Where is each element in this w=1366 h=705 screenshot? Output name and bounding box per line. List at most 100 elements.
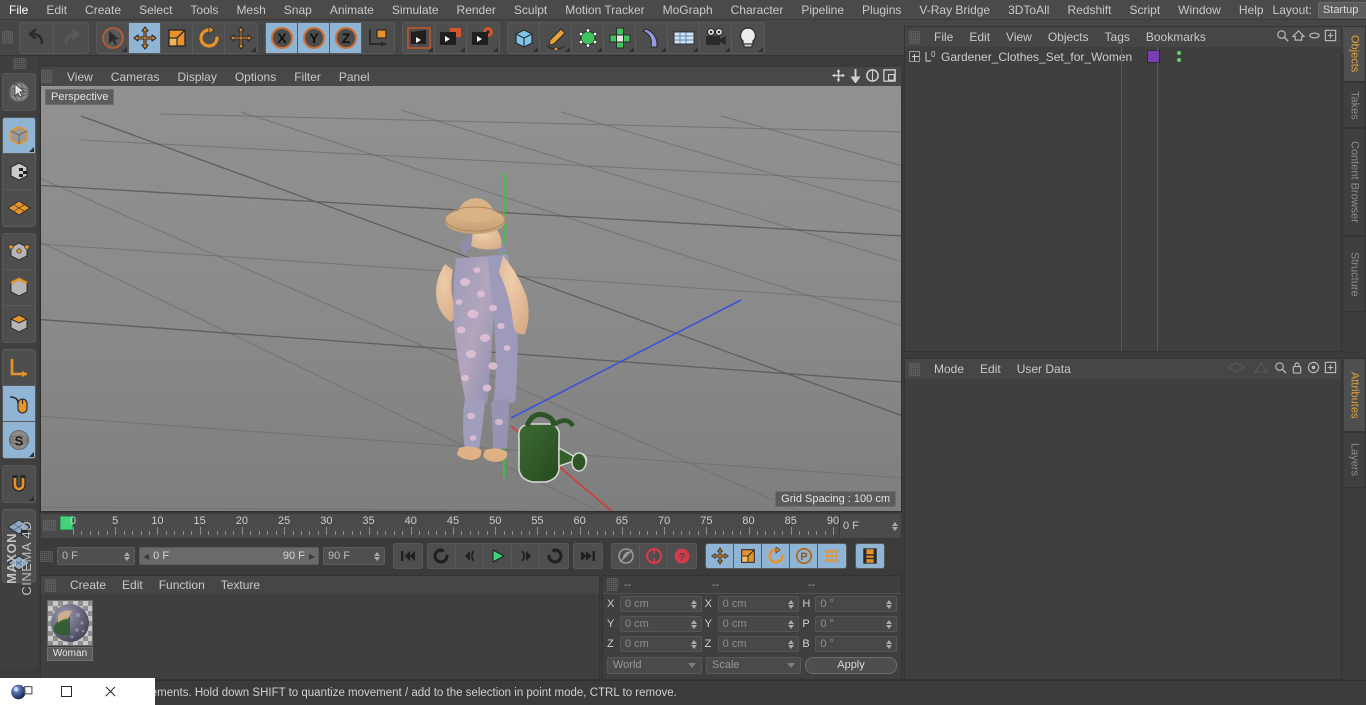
fit-icon[interactable] bbox=[1324, 361, 1337, 377]
spline-pen-icon[interactable] bbox=[540, 22, 572, 53]
tab-content-browser[interactable]: Content Browser bbox=[1344, 128, 1366, 236]
stepper-icon[interactable] bbox=[124, 551, 130, 561]
rotation-key-icon[interactable] bbox=[762, 544, 790, 568]
menu-select[interactable]: Select bbox=[130, 0, 181, 20]
current-frame-field[interactable]: 0 F bbox=[57, 547, 135, 565]
left-toolbar-grip[interactable] bbox=[12, 58, 26, 69]
step-forward-icon[interactable] bbox=[512, 544, 540, 568]
stepper-icon[interactable] bbox=[886, 599, 893, 609]
coord-rot-p-field[interactable]: 0 ° bbox=[815, 616, 898, 632]
camera-icon[interactable] bbox=[700, 22, 732, 53]
stepper-icon[interactable] bbox=[690, 619, 697, 629]
stepper-icon[interactable] bbox=[892, 521, 898, 531]
points-mode-icon[interactable] bbox=[3, 234, 35, 270]
layout-select[interactable]: Startup bbox=[1317, 1, 1366, 18]
viewport-menu-options[interactable]: Options bbox=[226, 67, 285, 87]
object-menu-view[interactable]: View bbox=[998, 27, 1040, 47]
coord-size-x-field[interactable]: 0 cm bbox=[717, 596, 800, 612]
stepper-icon[interactable] bbox=[886, 619, 893, 629]
stepper-icon[interactable] bbox=[886, 639, 893, 649]
range-left-arrow-icon[interactable]: ◀ bbox=[143, 552, 149, 561]
menu-animate[interactable]: Animate bbox=[321, 0, 383, 20]
preview-range-slider[interactable]: ◀ 0 F 90 F ▶ bbox=[139, 547, 319, 565]
attribute-menu-mode[interactable]: Mode bbox=[926, 359, 972, 379]
scene-floor-icon[interactable] bbox=[668, 22, 700, 53]
material-menu-create[interactable]: Create bbox=[62, 575, 114, 595]
search-icon[interactable] bbox=[1276, 29, 1289, 45]
texture-mode-icon[interactable] bbox=[3, 154, 35, 190]
material-preview[interactable] bbox=[47, 600, 93, 646]
stepper-icon[interactable] bbox=[788, 639, 795, 649]
parameter-key-icon[interactable]: P bbox=[790, 544, 818, 568]
material-item[interactable]: Woman bbox=[47, 600, 93, 661]
mograph-cloner-icon[interactable] bbox=[604, 22, 636, 53]
coord-rot-h-field[interactable]: 0 ° bbox=[815, 596, 898, 612]
menu-edit[interactable]: Edit bbox=[37, 0, 76, 20]
world-axis-icon[interactable] bbox=[362, 22, 394, 53]
target-icon[interactable] bbox=[1307, 361, 1320, 377]
menu-plugins[interactable]: Plugins bbox=[853, 0, 910, 20]
material-manager-grip[interactable] bbox=[45, 578, 56, 592]
maximize-view-icon[interactable] bbox=[882, 68, 897, 86]
menu-script[interactable]: Script bbox=[1120, 0, 1169, 20]
coord-size-y-field[interactable]: 0 cm bbox=[717, 616, 800, 632]
menu-sculpt[interactable]: Sculpt bbox=[505, 0, 556, 20]
scale-icon[interactable] bbox=[161, 22, 193, 53]
coord-pos-z-field[interactable]: 0 cm bbox=[620, 636, 702, 652]
back-history-icon[interactable] bbox=[1226, 361, 1248, 377]
close-icon[interactable] bbox=[88, 678, 132, 705]
render-view-icon[interactable] bbox=[403, 22, 435, 53]
menu-file[interactable]: File bbox=[0, 0, 37, 20]
object-row[interactable]: 0 Gardener_Clothes_Set_for_Women bbox=[905, 47, 1341, 66]
object-tree[interactable]: 0 Gardener_Clothes_Set_for_Women bbox=[905, 47, 1341, 351]
autokeying-icon[interactable] bbox=[640, 544, 668, 568]
apply-button[interactable]: Apply bbox=[805, 656, 897, 674]
ellipse-icon[interactable] bbox=[1308, 29, 1321, 45]
cube-primitive-icon[interactable] bbox=[508, 22, 540, 53]
deformer-bend-icon[interactable] bbox=[636, 22, 668, 53]
menu-character[interactable]: Character bbox=[722, 0, 793, 20]
coord-pos-y-field[interactable]: 0 cm bbox=[620, 616, 702, 632]
menu-redshift[interactable]: Redshift bbox=[1058, 0, 1120, 20]
timeline-grip[interactable] bbox=[43, 520, 56, 531]
coordinates-grip[interactable] bbox=[607, 578, 618, 591]
redo-icon[interactable] bbox=[54, 22, 88, 53]
material-menu-edit[interactable]: Edit bbox=[114, 575, 151, 595]
stepper-icon[interactable] bbox=[788, 599, 795, 609]
viewport-menu-panel[interactable]: Panel bbox=[330, 67, 379, 87]
object-menu-tags[interactable]: Tags bbox=[1097, 27, 1138, 47]
preview-end-field[interactable]: 90 F bbox=[323, 547, 385, 565]
rotate-icon[interactable] bbox=[193, 22, 225, 53]
generator-icon[interactable] bbox=[572, 22, 604, 53]
minimize-icon[interactable] bbox=[44, 678, 88, 705]
attribute-menu-edit[interactable]: Edit bbox=[972, 359, 1009, 379]
go-to-start-icon[interactable] bbox=[394, 544, 422, 568]
tab-structure[interactable]: Structure bbox=[1344, 236, 1366, 312]
viewport-menu-view[interactable]: View bbox=[58, 67, 102, 87]
material-tag-icon[interactable] bbox=[1147, 50, 1160, 63]
point-level-animation-icon[interactable] bbox=[818, 544, 846, 568]
stepper-icon[interactable] bbox=[374, 551, 380, 561]
expand-toggle-icon[interactable] bbox=[909, 51, 920, 62]
material-menu-function[interactable]: Function bbox=[151, 575, 213, 595]
step-back-icon[interactable] bbox=[456, 544, 484, 568]
object-menu-bookmarks[interactable]: Bookmarks bbox=[1138, 27, 1214, 47]
menu-motion-tracker[interactable]: Motion Tracker bbox=[556, 0, 653, 20]
viewport-menu-display[interactable]: Display bbox=[168, 67, 225, 87]
axis-y-icon[interactable]: Y bbox=[298, 22, 330, 53]
workplane-mode-icon[interactable] bbox=[3, 190, 35, 226]
coordinate-mode-select[interactable]: Scale bbox=[706, 656, 801, 674]
light-icon[interactable] bbox=[732, 22, 764, 53]
axis-x-icon[interactable]: X bbox=[266, 22, 298, 53]
tab-objects[interactable]: Objects bbox=[1344, 26, 1366, 82]
menu-v-ray-bridge[interactable]: V-Ray Bridge bbox=[910, 0, 999, 20]
transport-grip[interactable] bbox=[40, 550, 53, 562]
stepper-icon[interactable] bbox=[690, 639, 697, 649]
render-settings-icon[interactable] bbox=[467, 22, 499, 53]
render-picture-viewer-icon[interactable] bbox=[435, 22, 467, 53]
object-menu-file[interactable]: File bbox=[926, 27, 961, 47]
viewport-menu-cameras[interactable]: Cameras bbox=[102, 67, 169, 87]
search-icon[interactable] bbox=[1274, 361, 1287, 377]
pan-icon[interactable] bbox=[831, 68, 846, 86]
viewport-3d[interactable]: Y X Z Perspective Grid Spacing : 100 cm bbox=[40, 86, 902, 512]
